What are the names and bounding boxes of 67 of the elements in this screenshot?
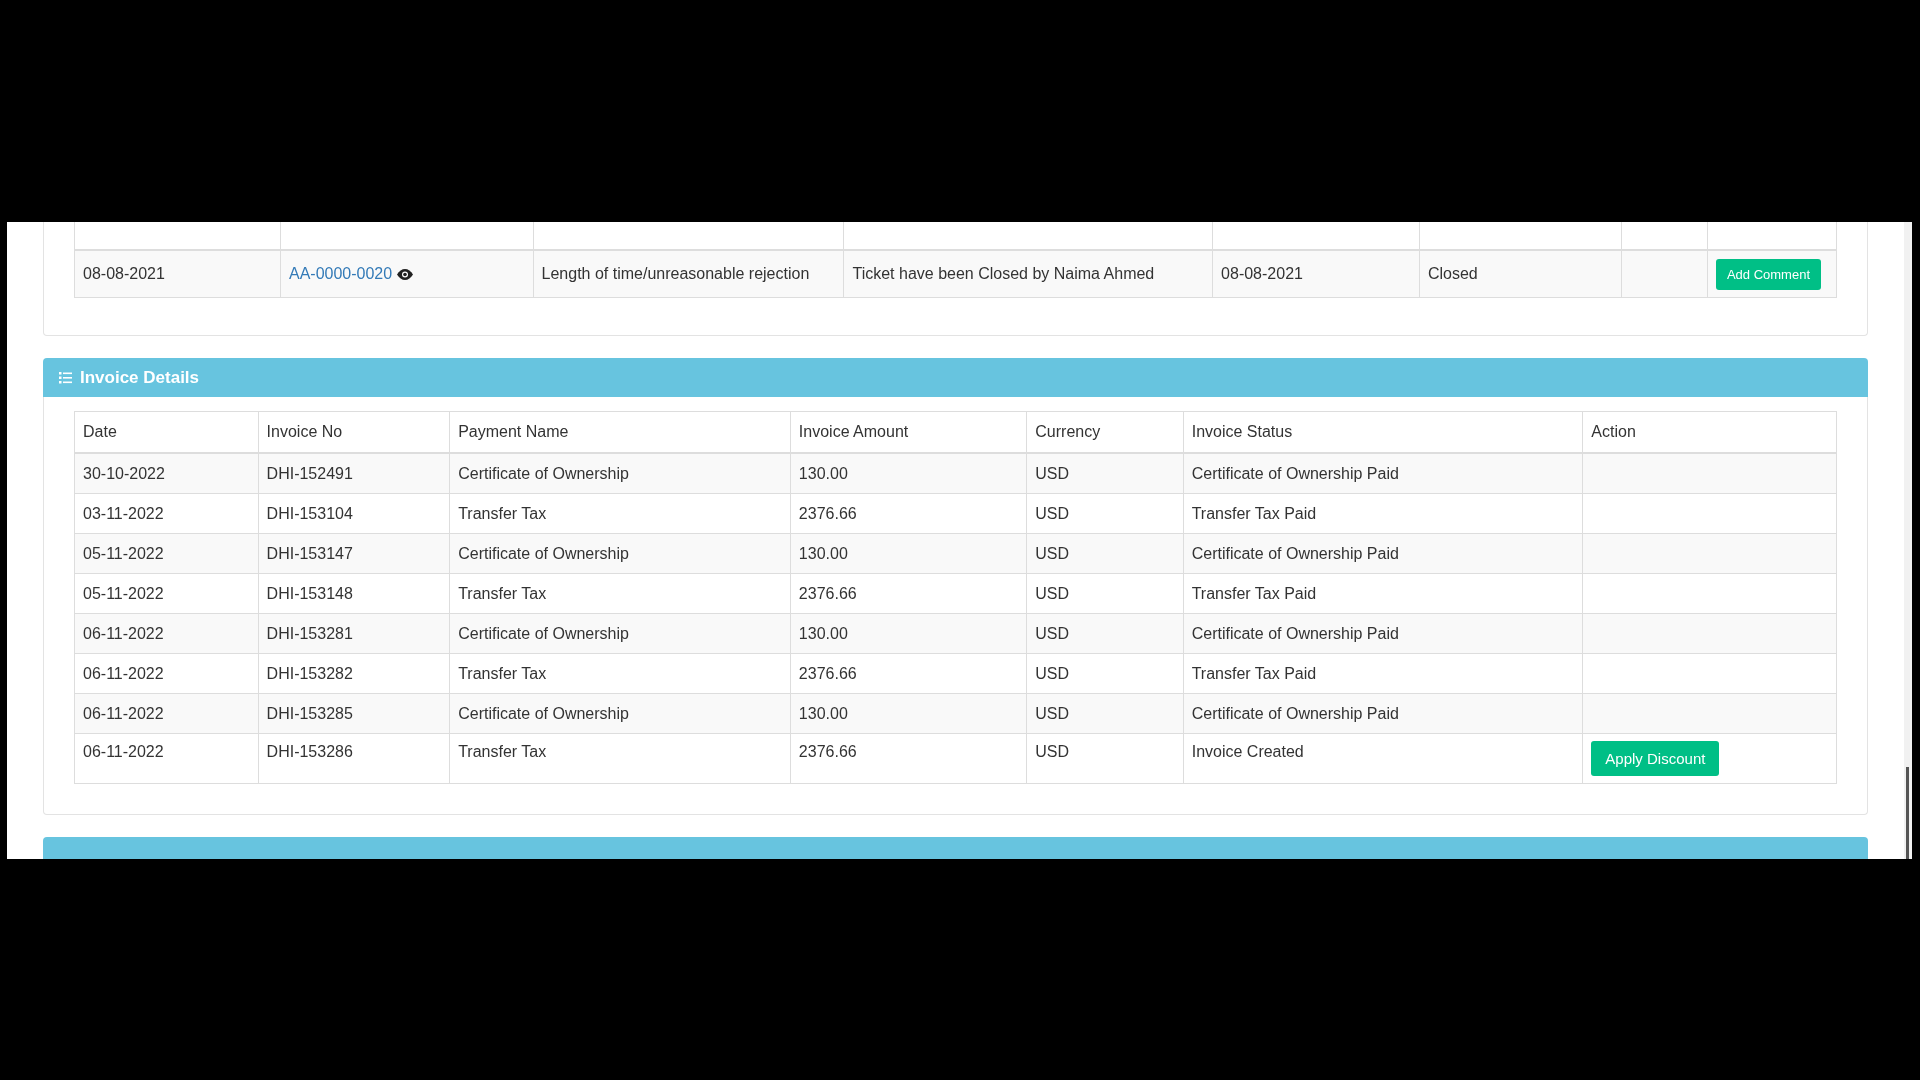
add-comment-button[interactable]: Add Comment: [1715, 258, 1821, 290]
table-cell: DHI-152491: [266, 464, 353, 482]
table-cell: 130.00: [798, 464, 848, 482]
table-cell: Transfer Tax: [458, 584, 547, 602]
column-header: Invoice Status: [1191, 423, 1293, 440]
eye-icon[interactable]: [397, 268, 414, 280]
table-cell: Certificate of Ownership: [458, 624, 629, 642]
table-cell: DHI-153104: [266, 504, 353, 522]
table-cell: Transfer Tax Paid: [1191, 504, 1317, 522]
table-cell: 08-08-2021: [83, 265, 165, 282]
ticket-link[interactable]: AA-0000-0020: [288, 265, 393, 283]
table-cell: 2376.66: [798, 584, 857, 602]
table-cell: Certificate of Ownership: [458, 704, 629, 722]
table-cell: DHI-153281: [266, 624, 353, 642]
table-cell: 05-11-2022: [83, 584, 164, 602]
table-cell: 130.00: [798, 624, 848, 642]
table-cell: 06-11-2022: [83, 704, 164, 722]
table-cell: DHI-153148: [266, 584, 353, 602]
table-cell: 30-10-2022: [83, 464, 165, 482]
table-cell: Ticket have been Closed by Naima Ahmed: [852, 265, 1155, 282]
table-cell: Certificate of Ownership Paid: [1191, 704, 1399, 722]
column-header: Currency: [1035, 423, 1101, 440]
table-cell: Transfer Tax Paid: [1191, 584, 1317, 602]
column-header: Action: [1591, 423, 1636, 440]
table-cell: Certificate of Ownership Paid: [1191, 464, 1399, 482]
table-cell: 06-11-2022: [83, 664, 164, 682]
table-cell: USD: [1035, 704, 1070, 722]
panel-title: Invoice Details: [80, 367, 200, 388]
table-cell: Invoice Created: [1191, 743, 1304, 760]
table-cell: 2376.66: [798, 664, 857, 682]
table-cell: Certificate of Ownership Paid: [1191, 544, 1399, 562]
table-cell: Certificate of Ownership: [458, 464, 629, 482]
table-cell: Length of time/unreasonable rejection: [541, 265, 810, 282]
table-cell: Closed: [1427, 265, 1478, 282]
table-cell: USD: [1035, 664, 1070, 682]
table-cell: USD: [1035, 743, 1070, 760]
table-cell: DHI-153285: [266, 704, 353, 722]
table-cell: DHI-153286: [266, 743, 353, 760]
table-cell: 2376.66: [798, 504, 857, 522]
table-cell: 06-11-2022: [83, 743, 164, 760]
table-cell: Transfer Tax: [458, 504, 547, 522]
table-cell: DHI-153282: [266, 664, 353, 682]
table-cell: Certificate of Ownership: [458, 544, 629, 562]
table-cell: 05-11-2022: [83, 544, 164, 562]
table-cell: Transfer Tax: [458, 743, 547, 760]
column-header: Payment Name: [458, 423, 569, 440]
table-cell: Transfer Tax Paid: [1191, 664, 1317, 682]
table-cell: 2376.66: [798, 743, 857, 760]
table-cell: USD: [1035, 624, 1070, 642]
table-cell: 08-08-2021: [1221, 265, 1303, 282]
table-cell: 06-11-2022: [83, 624, 164, 642]
table-cell: 130.00: [798, 544, 848, 562]
table-cell: DHI-153147: [266, 544, 353, 562]
list-icon: [59, 371, 72, 384]
scrollbar-thumb[interactable]: [1906, 767, 1909, 859]
table-cell: 03-11-2022: [83, 504, 164, 522]
table-cell: USD: [1035, 504, 1070, 522]
apply-discount-button[interactable]: Apply Discount: [1591, 741, 1720, 776]
table-cell: 130.00: [798, 704, 848, 722]
column-header: Invoice Amount: [798, 423, 909, 440]
table-cell: USD: [1035, 544, 1070, 562]
column-header: Date: [83, 423, 117, 440]
table-cell: USD: [1035, 584, 1070, 602]
table-cell: USD: [1035, 464, 1070, 482]
table-cell: Certificate of Ownership Paid: [1191, 624, 1399, 642]
column-header: Invoice No: [266, 423, 343, 440]
table-cell: Transfer Tax: [458, 664, 547, 682]
